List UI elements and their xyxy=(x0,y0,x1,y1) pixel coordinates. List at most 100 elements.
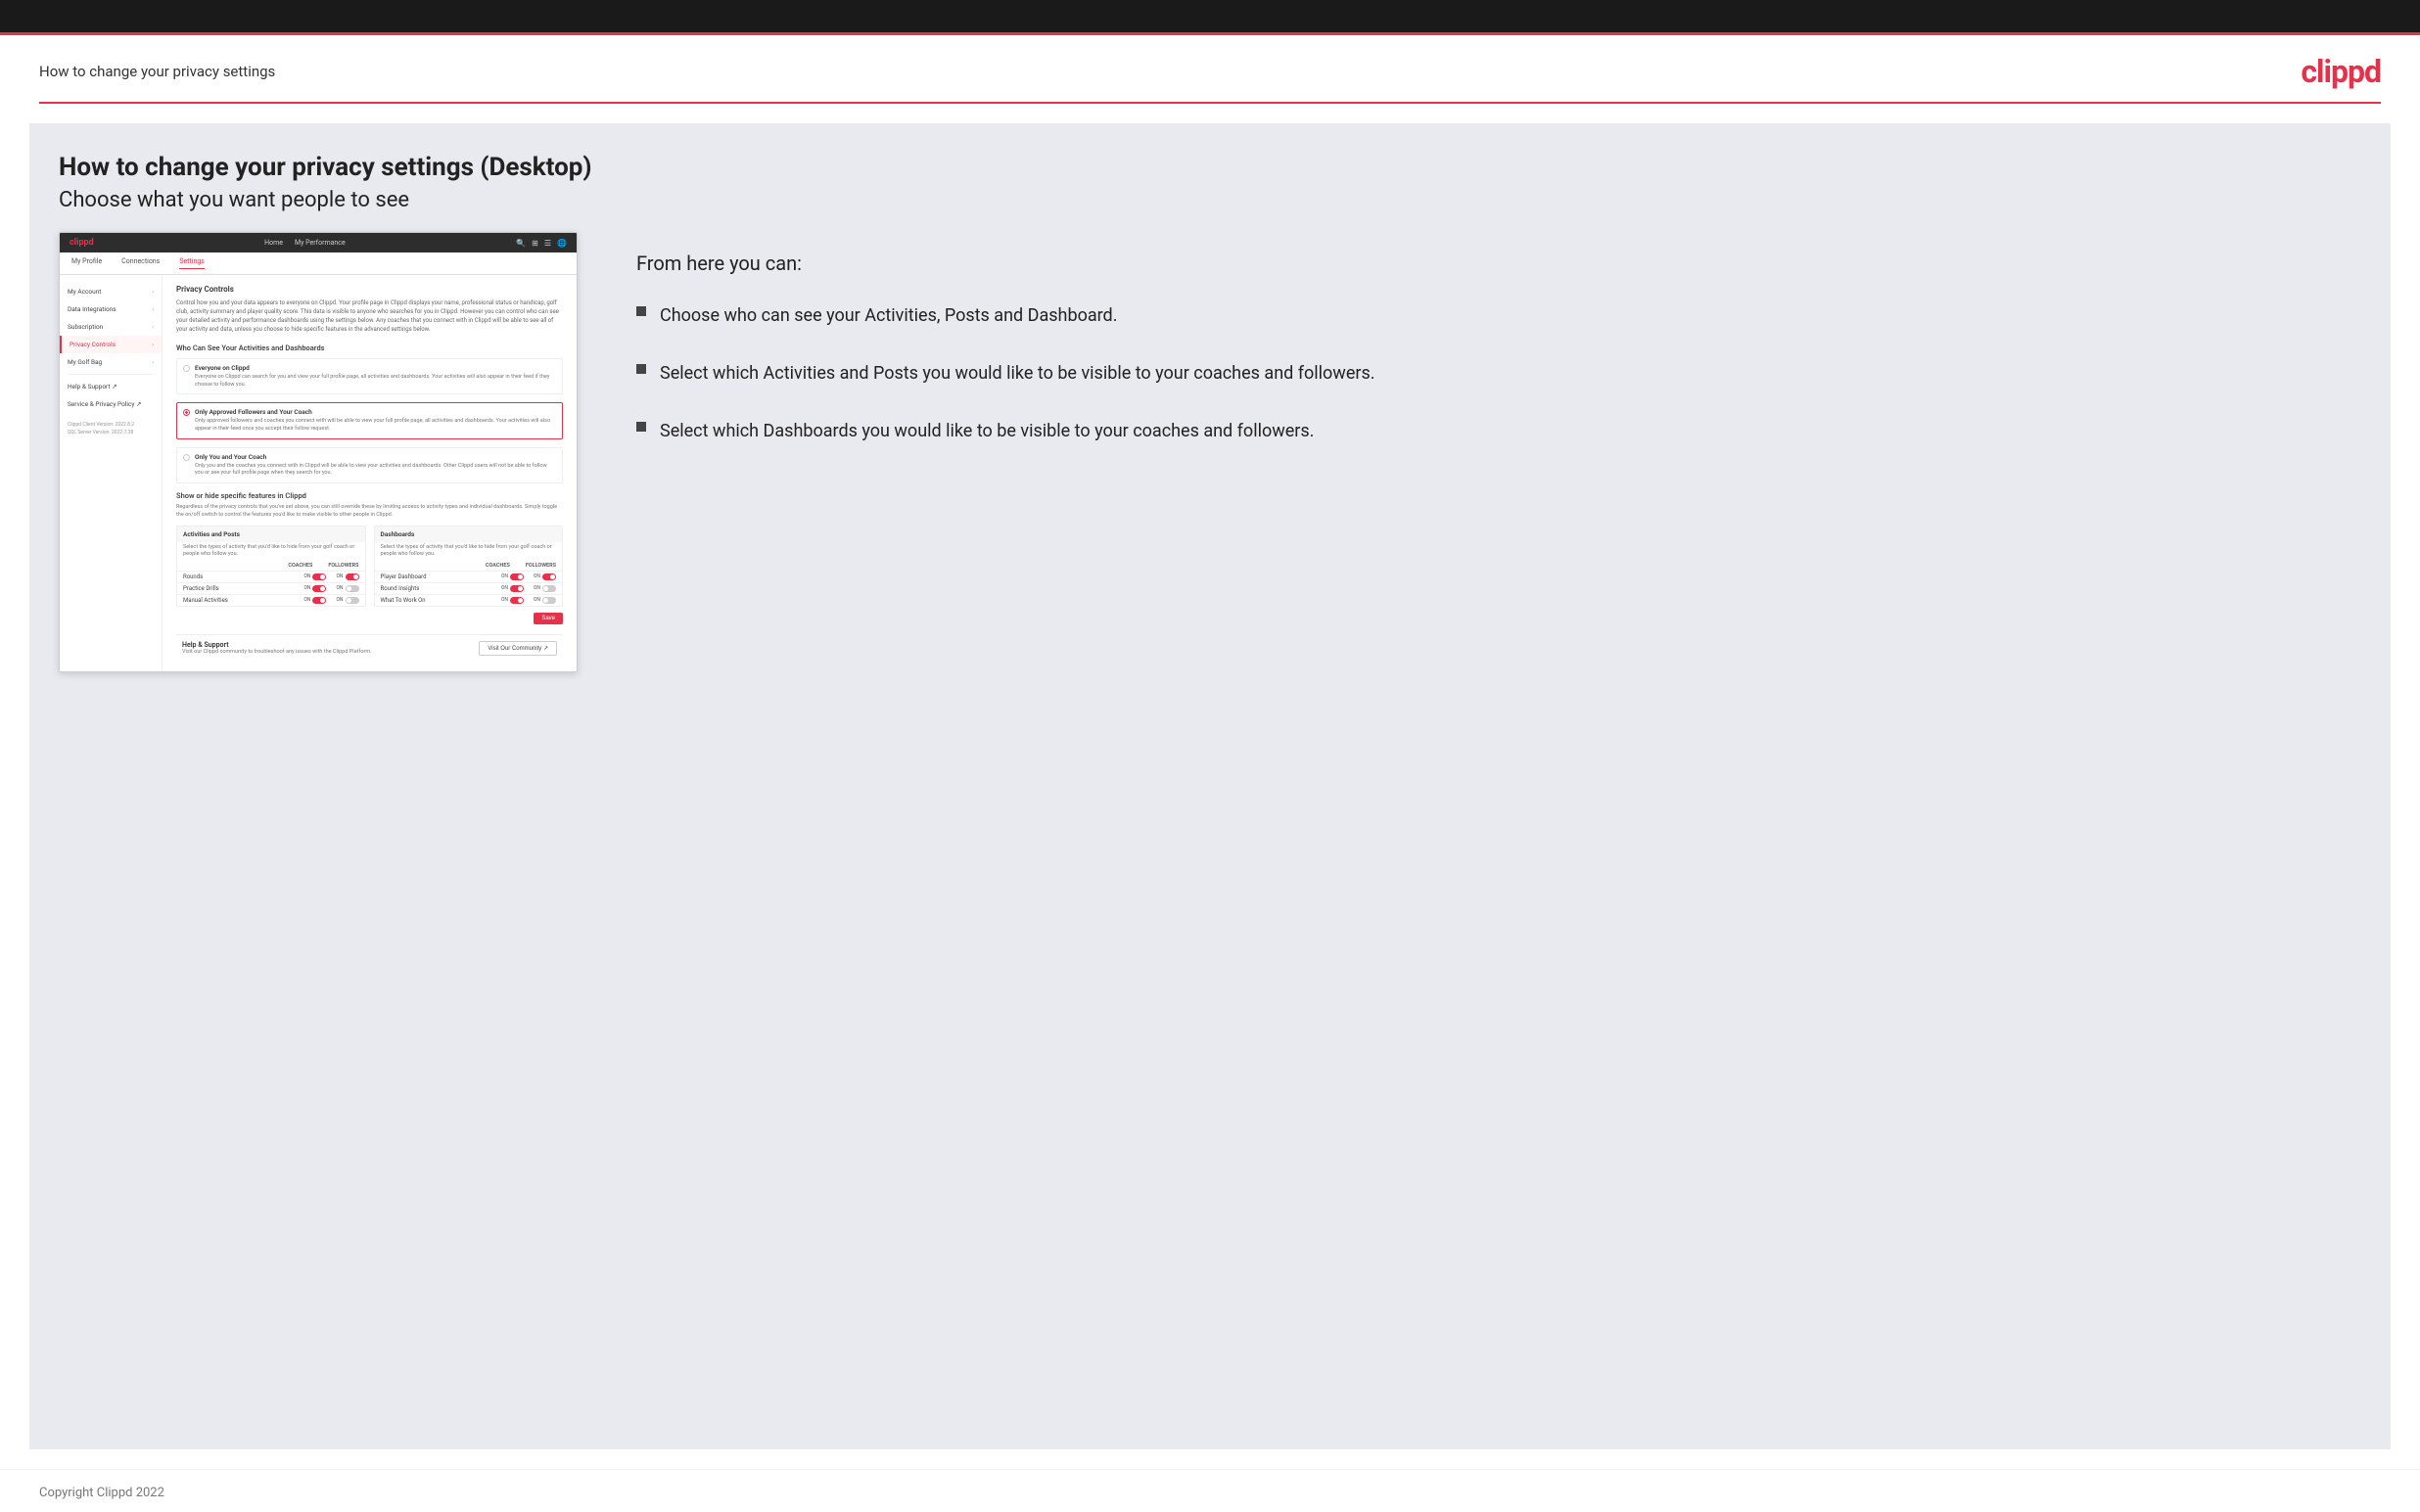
bullet-square-3 xyxy=(636,422,646,432)
mockup-sidebar-my-account: My Account › xyxy=(60,283,162,300)
player-followers-toggle[interactable] xyxy=(542,573,556,580)
app-mockup: clippd Home My Performance 🔍 ⊞ ☰ 🌐 My Pr… xyxy=(59,232,578,672)
dashboards-col-headers: COACHES FOLLOWERS xyxy=(375,563,563,571)
mockup-sidebar-golf-bag: My Golf Bag › xyxy=(60,353,162,371)
dashboards-row-insights: Round Insights ON ON xyxy=(375,582,563,594)
menu-icon: ☰ xyxy=(544,239,551,248)
footer: Copyright Clippd 2022 xyxy=(0,1469,2420,1512)
mockup-sidebar: My Account › Data Integrations › Subscri… xyxy=(60,275,163,671)
screenshot-container: clippd Home My Performance 🔍 ⊞ ☰ 🌐 My Pr… xyxy=(59,232,578,672)
main-subtitle: Choose what you want people to see xyxy=(59,188,2361,212)
coaches-col-label: COACHES xyxy=(288,563,312,569)
globe-icon: 🌐 xyxy=(557,239,567,248)
activities-row-rounds: Rounds ON ON xyxy=(177,571,365,582)
search-icon: 🔍 xyxy=(516,239,526,248)
mockup-sidebar-version: Clippd Client Version: 2022.8.2SQL Serve… xyxy=(60,413,162,444)
radio-everyone xyxy=(183,365,190,372)
bullet-square-1 xyxy=(636,306,646,316)
bullet-item-3: Select which Dashboards you would like t… xyxy=(636,418,2342,444)
mockup-subnav-profile: My Profile xyxy=(71,257,102,269)
header-divider xyxy=(39,102,2381,104)
option-followers-coach-desc: Only approved followers and coaches you … xyxy=(195,418,556,433)
insights-followers-toggle[interactable] xyxy=(542,585,556,592)
dashboards-table-desc: Select the types of activity that you'd … xyxy=(375,542,563,563)
chevron-icon: › xyxy=(152,342,154,348)
workOn-followers-toggle[interactable] xyxy=(542,597,556,604)
privacy-controls-title: Privacy Controls xyxy=(176,285,563,294)
option-everyone-title: Everyone on Clippd xyxy=(195,364,556,372)
activities-row-manual: Manual Activities ON ON xyxy=(177,594,365,606)
radio-only-you-coach xyxy=(183,454,190,461)
option-only-you-coach-desc: Only you and the coaches you connect wit… xyxy=(195,463,556,478)
show-hide-title: Show or hide specific features in Clippd xyxy=(176,491,563,500)
top-bar xyxy=(0,0,2420,35)
bullet-text-2: Select which Activities and Posts you wo… xyxy=(660,360,1375,387)
mockup-sidebar-help: Help & Support ↗ xyxy=(60,378,162,395)
mockup-subnav: My Profile Connections Settings xyxy=(60,252,577,275)
main-title: How to change your privacy settings (Des… xyxy=(59,153,2361,182)
rounds-coaches-toggle[interactable] xyxy=(312,573,326,580)
dashboards-table: Dashboards Select the types of activity … xyxy=(374,526,564,607)
activities-table-desc: Select the types of activity that you'd … xyxy=(177,542,365,563)
mockup-nav-home: Home xyxy=(264,239,283,247)
mockup-subnav-connections: Connections xyxy=(121,257,160,269)
mockup-nav-icons: 🔍 ⊞ ☰ 🌐 xyxy=(516,239,567,248)
activities-col-headers: COACHES FOLLOWERS xyxy=(177,563,365,571)
header-title: How to change your privacy settings xyxy=(39,63,275,80)
dashboards-followers-col-label: FOLLOWERS xyxy=(526,563,556,569)
main-content: How to change your privacy settings (Des… xyxy=(29,123,2391,1449)
save-button[interactable]: Save xyxy=(534,613,563,624)
chevron-icon: › xyxy=(152,289,154,296)
option-everyone-desc: Everyone on Clippd can search for you an… xyxy=(195,374,556,389)
mockup-nav: clippd Home My Performance 🔍 ⊞ ☰ 🌐 xyxy=(60,233,577,252)
bullet-square-2 xyxy=(636,364,646,374)
dashboards-table-title: Dashboards xyxy=(375,527,563,542)
community-button[interactable]: Visit Our Community ↗ xyxy=(479,641,557,656)
mockup-body: My Account › Data Integrations › Subscri… xyxy=(60,275,577,671)
header: How to change your privacy settings clip… xyxy=(0,35,2420,102)
mockup-main-panel: Privacy Controls Control how you and you… xyxy=(163,275,577,671)
copyright-text: Copyright Clippd 2022 xyxy=(39,1486,164,1500)
chevron-icon: › xyxy=(152,324,154,331)
chevron-icon: › xyxy=(152,306,154,313)
workOn-coaches-toggle[interactable] xyxy=(510,597,524,604)
top-bar-accent xyxy=(0,32,2420,35)
bullet-text-3: Select which Dashboards you would like t… xyxy=(660,418,1314,444)
insights-coaches-toggle[interactable] xyxy=(510,585,524,592)
mockup-subnav-settings: Settings xyxy=(179,257,205,269)
show-hide-desc: Regardless of the privacy controls that … xyxy=(176,504,563,519)
from-here-title: From here you can: xyxy=(636,252,2342,275)
bullet-item-1: Choose who can see your Activities, Post… xyxy=(636,302,2342,329)
bullet-item-2: Select which Activities and Posts you wo… xyxy=(636,360,2342,387)
save-row: Save xyxy=(176,607,563,628)
privacy-controls-desc: Control how you and your data appears to… xyxy=(176,298,563,334)
content-row: clippd Home My Performance 🔍 ⊞ ☰ 🌐 My Pr… xyxy=(59,232,2361,672)
manual-coaches-toggle[interactable] xyxy=(312,597,326,604)
activities-table-title: Activities and Posts xyxy=(177,527,365,542)
dashboards-row-player: Player Dashboard ON ON xyxy=(375,571,563,582)
grid-icon: ⊞ xyxy=(532,239,538,248)
bullet-list: Choose who can see your Activities, Post… xyxy=(636,302,2342,444)
mockup-sidebar-data-integrations: Data Integrations › xyxy=(60,300,162,318)
radio-followers-coach xyxy=(183,409,190,416)
bullet-text-1: Choose who can see your Activities, Post… xyxy=(660,302,1117,329)
player-coaches-toggle[interactable] xyxy=(510,573,524,580)
drills-followers-toggle[interactable] xyxy=(346,585,359,592)
activities-table: Activities and Posts Select the types of… xyxy=(176,526,366,607)
info-panel: From here you can: Choose who can see yo… xyxy=(617,232,2361,495)
rounds-followers-toggle[interactable] xyxy=(346,573,359,580)
mockup-sidebar-privacy-controls: Privacy Controls › xyxy=(60,336,162,353)
mockup-sidebar-subscription: Subscription › xyxy=(60,318,162,336)
option-everyone: Everyone on Clippd Everyone on Clippd ca… xyxy=(176,358,563,394)
dashboards-row-workOn: What To Work On ON ON xyxy=(375,594,563,606)
followers-col-label: FOLLOWERS xyxy=(328,563,358,569)
manual-followers-toggle[interactable] xyxy=(346,597,359,604)
option-only-you-coach: Only You and Your Coach Only you and the… xyxy=(176,447,563,483)
mockup-nav-links: Home My Performance xyxy=(264,239,346,247)
help-desc: Visit our Clippd community to troublesho… xyxy=(182,649,372,655)
tables-row: Activities and Posts Select the types of… xyxy=(176,526,563,607)
drills-coaches-toggle[interactable] xyxy=(312,585,326,592)
sidebar-divider xyxy=(68,374,154,375)
mockup-nav-performance: My Performance xyxy=(295,239,346,247)
dashboards-coaches-col-label: COACHES xyxy=(486,563,510,569)
